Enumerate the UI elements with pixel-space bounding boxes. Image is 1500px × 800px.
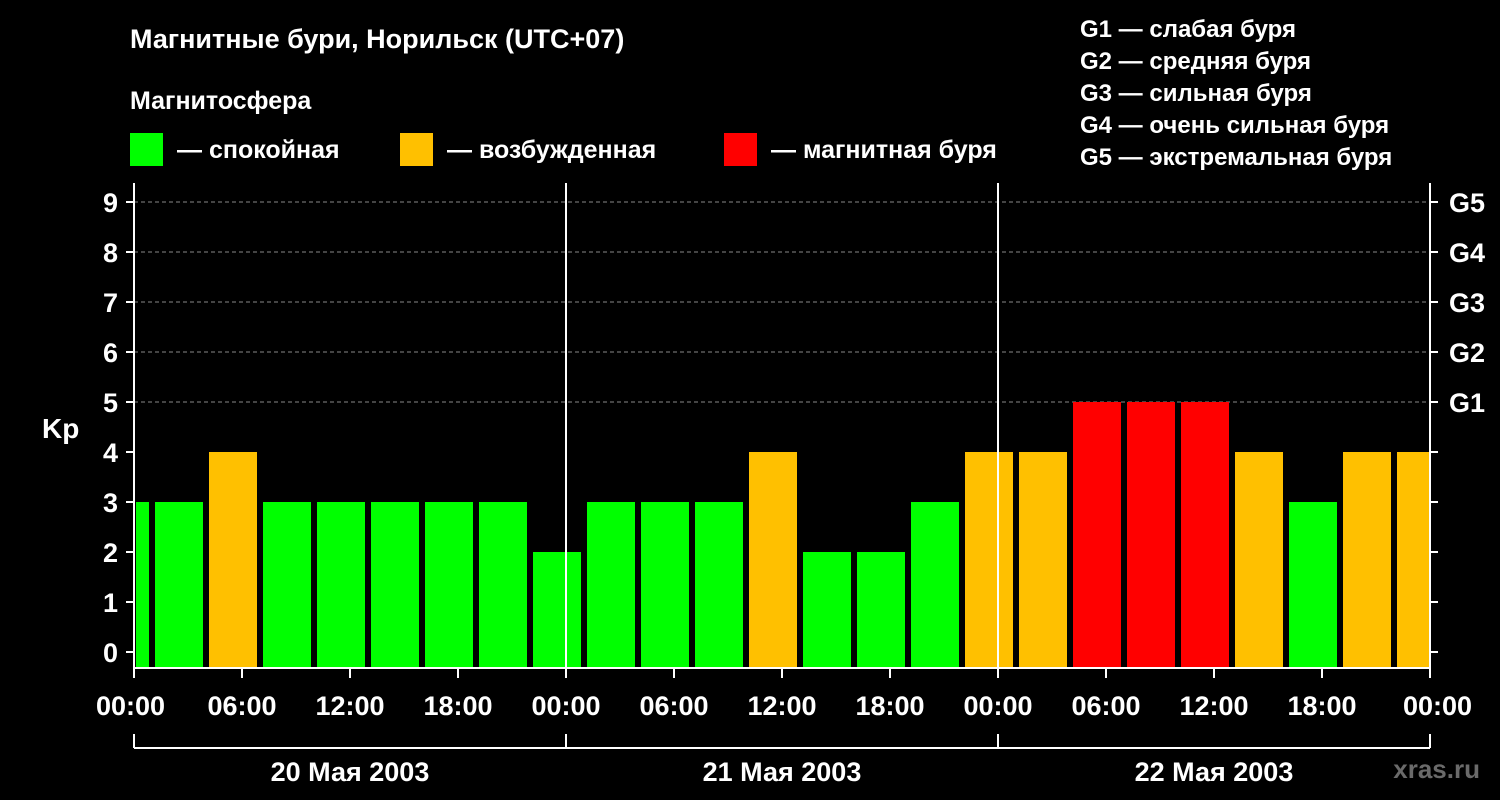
kp-bar [1289, 502, 1337, 668]
kp-bar [1019, 452, 1067, 668]
y-axis-label: Kp [42, 413, 79, 444]
x-tick-label: 00:00 [963, 691, 1032, 721]
kp-bar [911, 502, 959, 668]
kp-bar [1181, 402, 1229, 668]
kp-bar [317, 502, 365, 668]
legend-label-active: — возбужденная [447, 136, 656, 164]
day-label: 22 Мая 2003 [1135, 757, 1294, 787]
x-tick-label: 12:00 [747, 691, 816, 721]
y-tick-label: 2 [103, 538, 118, 568]
x-tick-label: 18:00 [855, 691, 924, 721]
legend-label-quiet: — спокойная [177, 136, 340, 164]
x-tick-label: 06:00 [639, 691, 708, 721]
kp-chart: Магнитные бури, Норильск (UTC+07) Магнит… [42, 16, 1485, 787]
kp-bar [749, 452, 797, 668]
y-tick-label: 1 [103, 588, 118, 618]
g-scale-labels: G1 G2 G3 G4 G5 [1449, 188, 1485, 418]
g-scale-label: G2 [1449, 338, 1485, 368]
legend-heading: Магнитосфера [130, 87, 312, 115]
legend-label-storm: — магнитная буря [771, 136, 997, 164]
kp-bar [1073, 402, 1121, 668]
kp-bar [1397, 452, 1429, 668]
kp-bar [209, 452, 257, 668]
y-tick-label: 9 [103, 188, 118, 218]
g-scale-label: G1 [1449, 388, 1485, 418]
y-tick-label: 7 [103, 288, 118, 318]
x-tick-label: 06:00 [207, 691, 276, 721]
day-label: 21 Мая 2003 [703, 757, 862, 787]
kp-bar [533, 552, 581, 668]
y-tick-label: 4 [103, 438, 118, 468]
g-scale-label: G4 [1449, 238, 1485, 268]
y-tick-labels: 0 1 2 3 4 5 6 7 8 9 [103, 188, 118, 668]
bars [136, 402, 1429, 668]
g-scale-label: G3 [1449, 288, 1485, 318]
day-label: 20 Мая 2003 [271, 757, 430, 787]
g-legend-g2: G2 — средняя буря [1080, 48, 1311, 75]
x-tick-label: 18:00 [1287, 691, 1356, 721]
x-tick-label: 18:00 [423, 691, 492, 721]
y-tick-label: 0 [103, 638, 118, 668]
kp-bar [857, 552, 905, 668]
x-tick-label: 00:00 [96, 691, 165, 721]
gridlines [134, 201, 1430, 403]
kp-bar [1235, 452, 1283, 668]
y-tick-label: 5 [103, 388, 118, 418]
y-tick-label: 8 [103, 238, 118, 268]
kp-bar [371, 502, 419, 668]
kp-bar [695, 502, 743, 668]
legend-swatch-active [400, 133, 433, 166]
x-tick-label: 12:00 [1179, 691, 1248, 721]
x-tick-label: 12:00 [315, 691, 384, 721]
g-scale-label: G5 [1449, 188, 1485, 218]
kp-bar [136, 502, 149, 668]
kp-bar [425, 502, 473, 668]
kp-bar [587, 502, 635, 668]
watermark: xras.ru [1393, 754, 1480, 784]
x-tick-label: 00:00 [531, 691, 600, 721]
kp-bar [479, 502, 527, 668]
legend-swatch-storm [724, 133, 757, 166]
g-legend-g1: G1 — слабая буря [1080, 16, 1296, 43]
y-tick-label: 3 [103, 488, 118, 518]
x-tick-label: 00:00 [1403, 691, 1472, 721]
x-tick-label: 06:00 [1071, 691, 1140, 721]
kp-bar [1127, 402, 1175, 668]
kp-bar [263, 502, 311, 668]
g-legend-g5: G5 — экстремальная буря [1080, 144, 1392, 171]
day-labels: 20 Мая 2003 21 Мая 2003 22 Мая 2003 [271, 757, 1294, 787]
chart-title: Магнитные бури, Норильск (UTC+07) [130, 24, 624, 54]
kp-bar [1343, 452, 1391, 668]
kp-bar [803, 552, 851, 668]
kp-bar [641, 502, 689, 668]
x-tick-labels: 00:00 06:00 12:00 18:00 00:00 06:00 12:00 18:00… [96, 691, 1472, 721]
legend-swatch-quiet [130, 133, 163, 166]
kp-bar [155, 502, 203, 668]
y-tick-label: 6 [103, 338, 118, 368]
g-legend-g3: G3 — сильная буря [1080, 80, 1312, 107]
kp-bar [965, 452, 1013, 668]
g-legend-g4: G4 — очень сильная буря [1080, 112, 1389, 139]
